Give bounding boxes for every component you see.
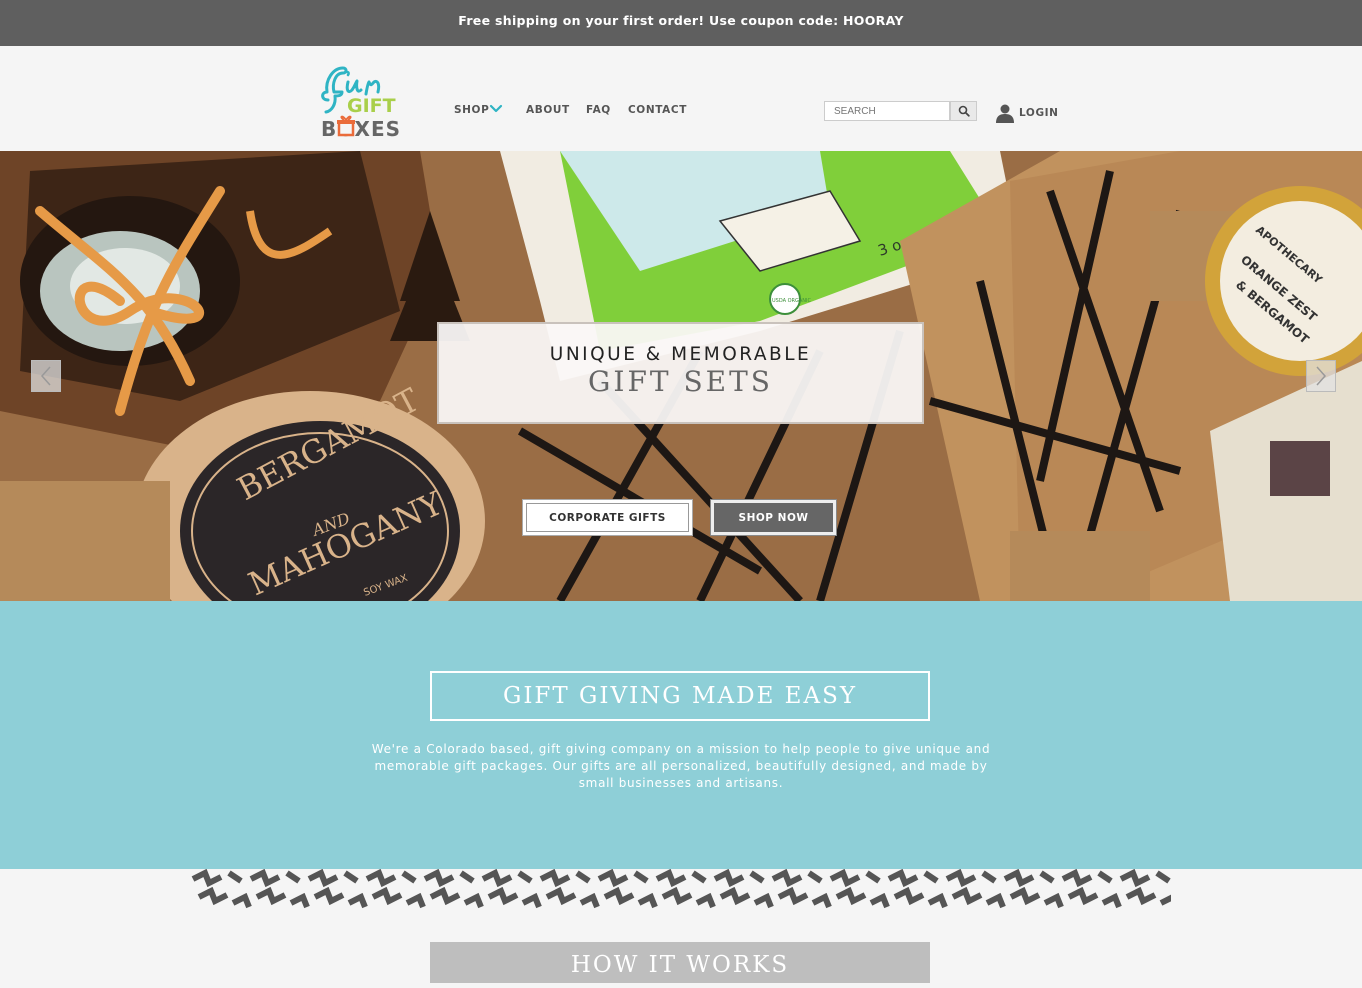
search-button[interactable] xyxy=(950,101,977,121)
nav-shop[interactable]: SHOP xyxy=(454,104,489,116)
shop-now-label: SHOP NOW xyxy=(714,503,833,532)
how-it-works-heading: HOW IT WORKS xyxy=(430,942,930,983)
hero-banner: BERGAMOT AND MAHOGANY SOY WAX 3 oz. | 85… xyxy=(0,151,1362,601)
hero-caption: UNIQUE & MEMORABLE GIFT SETS xyxy=(437,322,924,424)
announcement-bar: Free shipping on your first order! Use c… xyxy=(0,0,1362,46)
chevron-right-icon xyxy=(1316,366,1327,386)
hero-prev-button[interactable] xyxy=(31,360,61,392)
decorative-pattern xyxy=(191,869,1171,909)
search-icon xyxy=(958,105,970,117)
about-text: We're a Colorado based, gift giving comp… xyxy=(371,742,991,790)
login-label: LOGIN xyxy=(1019,107,1059,119)
user-icon xyxy=(996,104,1014,123)
hero-subtitle: UNIQUE & MEMORABLE xyxy=(549,344,812,365)
brand-logo[interactable]: GIFT BOXES xyxy=(320,56,410,142)
chevron-down-icon[interactable] xyxy=(489,103,503,115)
announcement-text: Free shipping on your first order! Use c… xyxy=(458,13,904,28)
hero-next-button[interactable] xyxy=(1306,360,1336,392)
logo-boxes-text: BOXES xyxy=(321,117,401,141)
about-section: GIFT GIVING MADE EASY We're a Colorado b… xyxy=(0,601,1362,869)
nav-about[interactable]: ABOUT xyxy=(526,104,570,116)
chevron-left-icon xyxy=(40,366,51,386)
organic-seal: USDA ORGANIC xyxy=(772,298,812,304)
site-header: GIFT BOXES SHOP ABOUT FAQ CONTACT xyxy=(0,46,1362,151)
logo-gift-text: GIFT xyxy=(347,95,396,117)
login-link[interactable]: LOGIN xyxy=(995,102,1059,124)
corporate-gifts-button[interactable]: CORPORATE GIFTS xyxy=(522,499,693,536)
corporate-gifts-label: CORPORATE GIFTS xyxy=(526,503,689,532)
nav-contact[interactable]: CONTACT xyxy=(628,104,687,116)
shop-now-button[interactable]: SHOP NOW xyxy=(710,499,837,536)
about-title: GIFT GIVING MADE EASY xyxy=(430,671,930,721)
nav-faq[interactable]: FAQ xyxy=(586,104,611,116)
hero-title: GIFT SETS xyxy=(588,365,773,398)
search-input[interactable] xyxy=(824,101,950,121)
